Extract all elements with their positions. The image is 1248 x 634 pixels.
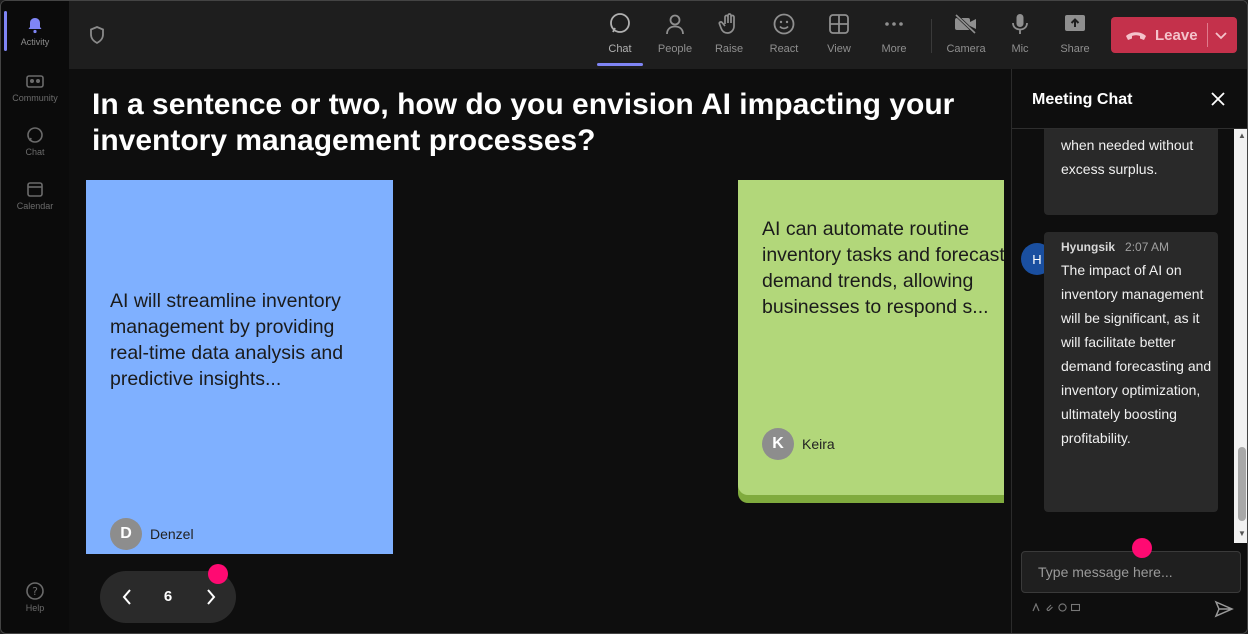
scroll-up-icon[interactable]: ▲ bbox=[1237, 131, 1247, 141]
meeting-chat-panel: Meeting Chat when needed without excess … bbox=[1011, 69, 1247, 633]
format-icon[interactable] bbox=[1032, 603, 1041, 612]
toolbar-raise-button[interactable]: Raise bbox=[704, 11, 754, 63]
author-name: Keira bbox=[802, 436, 835, 452]
rail-label: Community bbox=[12, 93, 58, 103]
toolbar-label: People bbox=[657, 43, 693, 55]
toolbar-label: More bbox=[881, 43, 907, 55]
message-input[interactable] bbox=[1021, 551, 1241, 593]
toolbar-share-button[interactable]: Share bbox=[1050, 11, 1100, 63]
leave-label: Leave bbox=[1155, 26, 1198, 44]
card-author: D Denzel bbox=[110, 518, 194, 550]
share-icon bbox=[1062, 11, 1088, 37]
chat-title: Meeting Chat bbox=[1032, 91, 1133, 108]
rail-item-community[interactable]: Community bbox=[5, 63, 65, 111]
leave-divider bbox=[1207, 23, 1208, 47]
card-author: K Keira bbox=[762, 428, 835, 460]
meeting-toolbar: Chat People Raise React View More Camera bbox=[69, 1, 1247, 69]
close-icon[interactable] bbox=[1210, 91, 1226, 107]
toolbar-label: Chat bbox=[608, 43, 632, 55]
toolbar-people-button[interactable]: People bbox=[650, 11, 700, 63]
grid-icon bbox=[826, 11, 852, 37]
message-text: when needed without excess surplus. bbox=[1061, 137, 1194, 177]
toolbar-label: Camera bbox=[946, 43, 986, 55]
rail-label: Help bbox=[25, 603, 45, 613]
chevron-down-icon[interactable] bbox=[1213, 27, 1229, 43]
chat-scrollbar[interactable]: ▲ ▼ bbox=[1234, 129, 1247, 543]
chat-header: Meeting Chat bbox=[1012, 69, 1247, 129]
card-text: AI will streamline inventory management … bbox=[110, 290, 344, 390]
rail-item-calendar[interactable]: Calendar bbox=[5, 171, 65, 219]
message-time: 2:07 AM bbox=[1125, 240, 1170, 254]
rail-item-activity[interactable]: Activity bbox=[5, 7, 65, 55]
svg-text:?: ? bbox=[32, 585, 38, 598]
community-icon bbox=[25, 71, 45, 91]
toolbar-label: Mic bbox=[1011, 43, 1029, 55]
toolbar-more-button[interactable]: More bbox=[869, 11, 919, 63]
chevron-right-icon[interactable] bbox=[201, 587, 221, 607]
chat-icon bbox=[607, 11, 633, 37]
chat-message: Hyungsik 2:07 AM The impact of AI on inve… bbox=[1044, 232, 1218, 512]
message-text: The impact of AI on inventory management… bbox=[1061, 262, 1212, 446]
toolbar-mic-button[interactable]: Mic bbox=[995, 11, 1045, 63]
leave-button[interactable]: Leave bbox=[1111, 17, 1237, 53]
rail-item-help[interactable]: ? Help bbox=[5, 573, 65, 621]
toolbar-chat-button[interactable]: Chat bbox=[595, 11, 645, 63]
rail-label: Activity bbox=[20, 37, 50, 47]
response-card[interactable]: AI can automate routine inventory tasks … bbox=[738, 180, 1004, 495]
toolbar-label: View bbox=[827, 43, 851, 55]
emoji-icon[interactable] bbox=[1058, 603, 1067, 612]
toolbar-camera-button[interactable]: Camera bbox=[941, 11, 991, 63]
send-icon[interactable] bbox=[1214, 599, 1234, 619]
shield-icon[interactable] bbox=[87, 25, 107, 45]
toolbar-label: Raise bbox=[714, 43, 744, 55]
board-area: In a sentence or two, how do you envisio… bbox=[69, 69, 1011, 633]
rail-item-chat[interactable]: Chat bbox=[5, 117, 65, 165]
smiley-icon bbox=[771, 11, 797, 37]
chat-message: when needed without excess surplus. bbox=[1044, 129, 1218, 215]
chat-icon bbox=[25, 125, 45, 145]
camera-off-icon bbox=[953, 11, 979, 37]
scrollbar-thumb[interactable] bbox=[1238, 447, 1246, 521]
bell-icon bbox=[25, 15, 45, 35]
active-tab-indicator bbox=[597, 63, 643, 66]
hang-up-icon bbox=[1126, 32, 1146, 40]
response-card[interactable]: AI will streamline inventory management … bbox=[86, 180, 393, 554]
toolbar-divider bbox=[931, 19, 932, 53]
toolbar-label: Share bbox=[1060, 43, 1090, 55]
toolbar-view-button[interactable]: View bbox=[814, 11, 864, 63]
rail-label: Calendar bbox=[16, 201, 54, 211]
left-rail: Activity Community Chat Calendar ? Help bbox=[1, 1, 69, 633]
pointer-marker bbox=[208, 564, 228, 584]
chat-messages: when needed without excess surplus. H Hy… bbox=[1012, 129, 1234, 543]
rail-label: Chat bbox=[25, 147, 45, 157]
compose-tools bbox=[1032, 603, 1080, 612]
toolbar-react-button[interactable]: React bbox=[759, 11, 809, 63]
sender-name: Hyungsik bbox=[1061, 240, 1116, 254]
scroll-down-icon[interactable]: ▼ bbox=[1237, 529, 1247, 539]
card-text: AI can automate routine inventory tasks … bbox=[762, 218, 1004, 318]
author-name: Denzel bbox=[150, 526, 194, 542]
chevron-left-icon[interactable] bbox=[117, 587, 137, 607]
people-icon bbox=[662, 11, 688, 37]
avatar: K bbox=[762, 428, 794, 460]
help-icon: ? bbox=[25, 581, 45, 601]
mic-icon bbox=[1007, 11, 1033, 37]
more-icon bbox=[881, 11, 907, 37]
attach-icon[interactable] bbox=[1045, 603, 1054, 612]
page-number: 6 bbox=[163, 588, 173, 605]
app-window: Activity Community Chat Calendar ? Help bbox=[0, 0, 1248, 634]
calendar-icon bbox=[25, 179, 45, 199]
message-meta: Hyungsik 2:07 AM bbox=[1061, 238, 1218, 256]
question-title: In a sentence or two, how do you envisio… bbox=[92, 88, 955, 157]
gif-icon[interactable] bbox=[1071, 603, 1080, 612]
pointer-marker bbox=[1132, 538, 1152, 558]
toolbar-label: React bbox=[769, 43, 799, 55]
raise-hand-icon bbox=[716, 11, 742, 37]
avatar: D bbox=[110, 518, 142, 550]
